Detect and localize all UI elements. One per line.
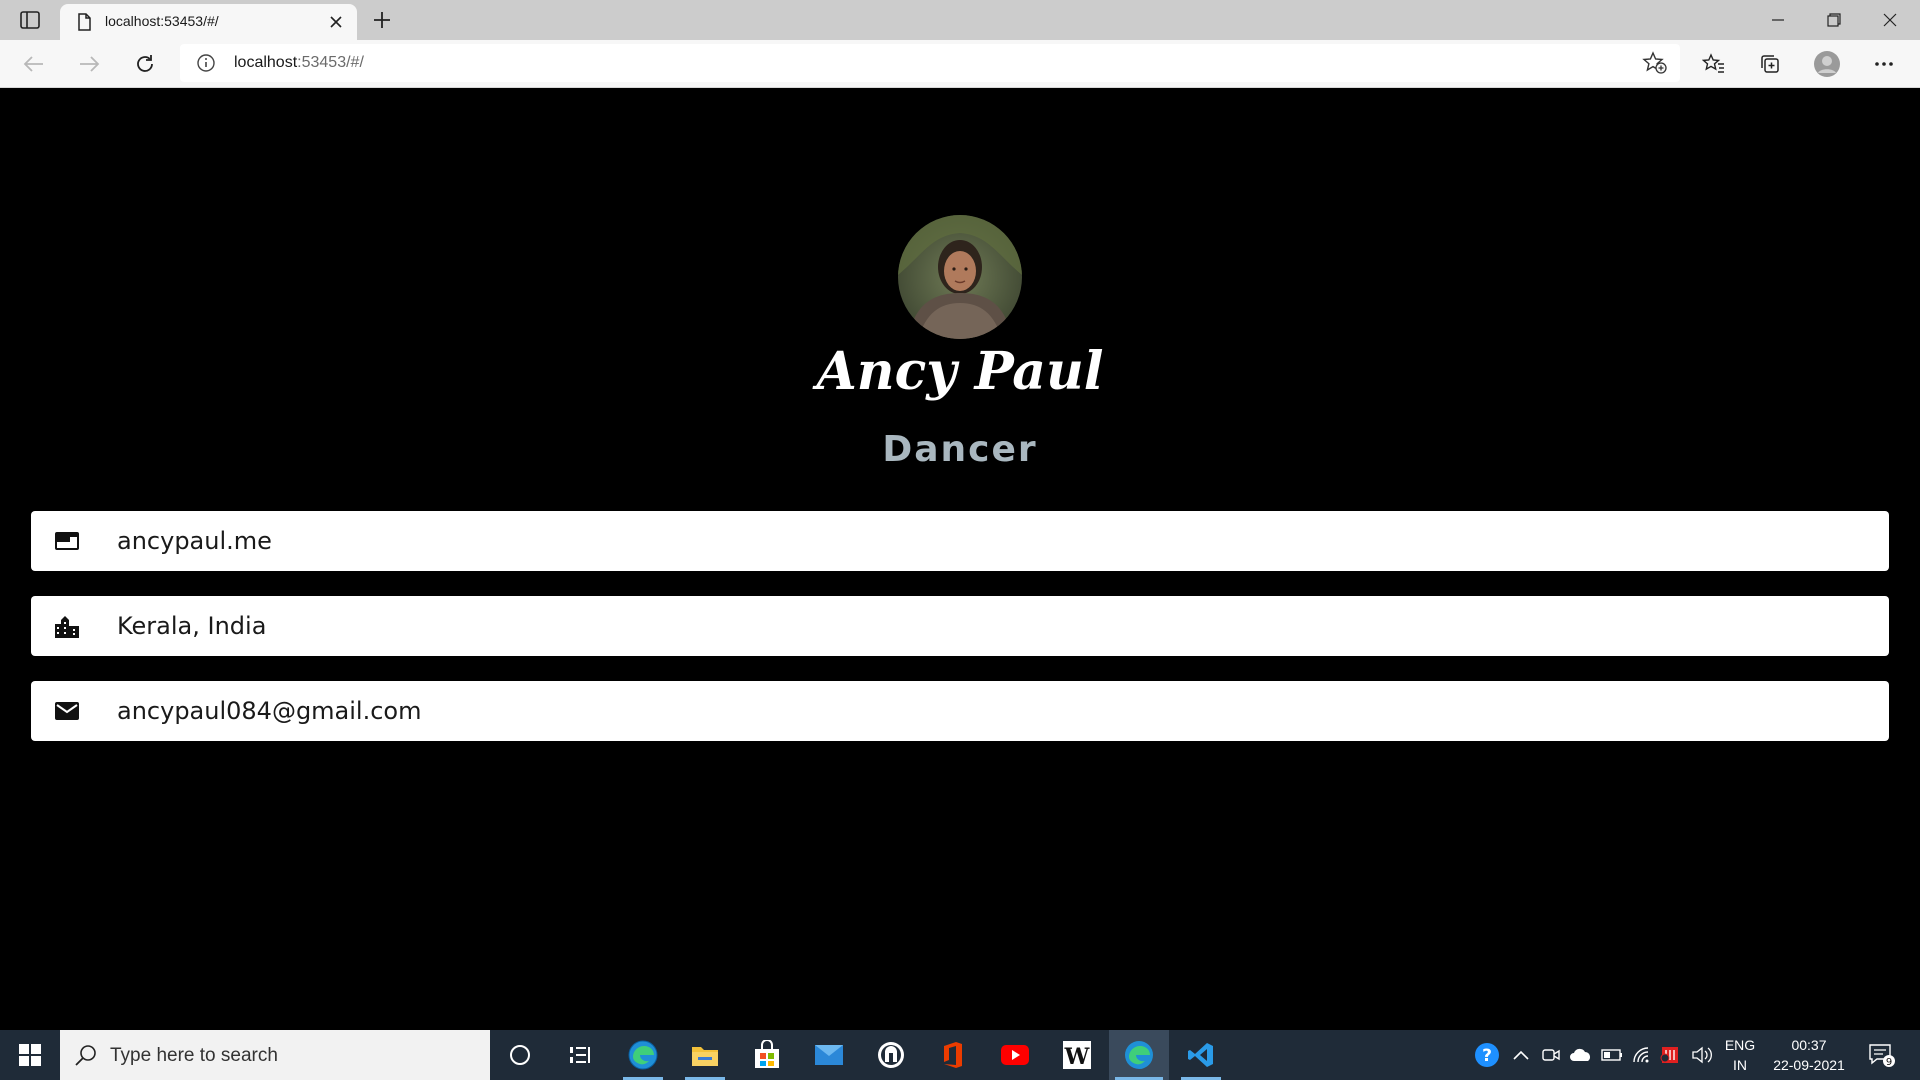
wifi-icon[interactable] bbox=[1628, 1030, 1656, 1080]
address-bar[interactable]: localhost:53453/#/ bbox=[180, 44, 1680, 82]
new-tab-button[interactable] bbox=[368, 6, 396, 34]
close-window-button[interactable] bbox=[1862, 0, 1918, 40]
meet-now-icon[interactable] bbox=[1538, 1030, 1564, 1080]
youtube-icon[interactable] bbox=[985, 1030, 1045, 1080]
url-path: :53453/#/ bbox=[297, 54, 364, 71]
edge-taskbar-icon[interactable] bbox=[613, 1030, 673, 1080]
email-text: ancypaul084@gmail.com bbox=[117, 697, 422, 725]
store-icon[interactable] bbox=[737, 1030, 797, 1080]
location-text: Kerala, India bbox=[117, 612, 267, 640]
page-icon bbox=[74, 12, 94, 32]
clock[interactable]: 00:37 22-09-2021 bbox=[1766, 1030, 1852, 1080]
search-placeholder: Type here to search bbox=[110, 1045, 278, 1066]
close-tab-icon[interactable] bbox=[324, 10, 348, 34]
cortana-icon[interactable] bbox=[490, 1030, 550, 1080]
app-circle-icon[interactable] bbox=[861, 1030, 921, 1080]
browser-tab[interactable]: localhost:53453/#/ bbox=[60, 4, 357, 40]
lang-bottom: IN bbox=[1733, 1057, 1747, 1073]
edge-active-icon[interactable] bbox=[1109, 1030, 1169, 1080]
url-host: localhost bbox=[234, 54, 298, 71]
profile-role: Dancer bbox=[882, 429, 1038, 470]
tab-actions-icon[interactable] bbox=[16, 9, 44, 31]
help-icon[interactable]: ? bbox=[1470, 1030, 1504, 1080]
language-indicator[interactable]: ENG IN bbox=[1718, 1030, 1762, 1080]
minimize-button[interactable] bbox=[1750, 0, 1806, 40]
favorites-icon[interactable] bbox=[1698, 48, 1730, 80]
email-card[interactable]: ancypaul084@gmail.com bbox=[31, 681, 1889, 741]
refresh-button[interactable] bbox=[129, 48, 161, 80]
antivirus-icon[interactable] bbox=[1656, 1030, 1684, 1080]
page-content: Ancy Paul Dancer ancypaul.me Kerala, Ind… bbox=[0, 89, 1920, 1030]
chevron-up-icon[interactable] bbox=[1508, 1030, 1534, 1080]
website-text: ancypaul.me bbox=[117, 527, 272, 555]
profile-avatar-icon[interactable] bbox=[1811, 48, 1843, 80]
url-text[interactable]: localhost:53453/#/ bbox=[234, 54, 364, 72]
onedrive-icon[interactable] bbox=[1566, 1030, 1596, 1080]
wikipedia-icon[interactable]: W bbox=[1047, 1030, 1107, 1080]
browser-tab-strip: localhost:53453/#/ bbox=[0, 0, 1920, 40]
vscode-icon[interactable] bbox=[1171, 1030, 1231, 1080]
back-button[interactable] bbox=[18, 48, 50, 80]
tab-title: localhost:53453/#/ bbox=[105, 13, 219, 29]
location-city-icon bbox=[53, 612, 81, 640]
info-icon[interactable] bbox=[196, 53, 216, 73]
collections-icon[interactable] bbox=[1754, 48, 1786, 80]
start-button[interactable] bbox=[0, 1030, 60, 1080]
notification-count: 9 bbox=[1886, 1057, 1892, 1068]
clock-time: 00:37 bbox=[1791, 1037, 1827, 1053]
add-favorite-icon[interactable] bbox=[1642, 51, 1668, 75]
website-card[interactable]: ancypaul.me bbox=[31, 511, 1889, 571]
lang-top: ENG bbox=[1724, 1037, 1756, 1053]
forward-button[interactable] bbox=[73, 48, 105, 80]
clock-date: 22-09-2021 bbox=[1773, 1057, 1845, 1073]
volume-icon[interactable] bbox=[1688, 1030, 1716, 1080]
location-card[interactable]: Kerala, India bbox=[31, 596, 1889, 656]
file-explorer-icon[interactable] bbox=[675, 1030, 735, 1080]
svg-text:?: ? bbox=[1482, 1046, 1492, 1066]
svg-text:W: W bbox=[1064, 1044, 1090, 1070]
windows-taskbar: Type here to search W ? ENG IN 00:37 22-… bbox=[0, 1030, 1920, 1080]
search-icon bbox=[74, 1043, 98, 1067]
office-icon[interactable] bbox=[923, 1030, 983, 1080]
taskbar-search[interactable]: Type here to search bbox=[60, 1030, 490, 1080]
mail-app-icon[interactable] bbox=[799, 1030, 859, 1080]
more-options-icon[interactable] bbox=[1868, 48, 1900, 80]
mail-icon bbox=[53, 697, 81, 725]
profile-avatar bbox=[898, 215, 1022, 339]
web-icon bbox=[53, 527, 81, 555]
notifications-icon[interactable]: 9 bbox=[1864, 1030, 1900, 1080]
battery-icon[interactable] bbox=[1598, 1030, 1626, 1080]
task-view-icon[interactable] bbox=[550, 1030, 610, 1080]
profile-name: Ancy Paul bbox=[816, 341, 1104, 402]
restore-button[interactable] bbox=[1806, 0, 1862, 40]
browser-toolbar: localhost:53453/#/ bbox=[0, 40, 1920, 88]
